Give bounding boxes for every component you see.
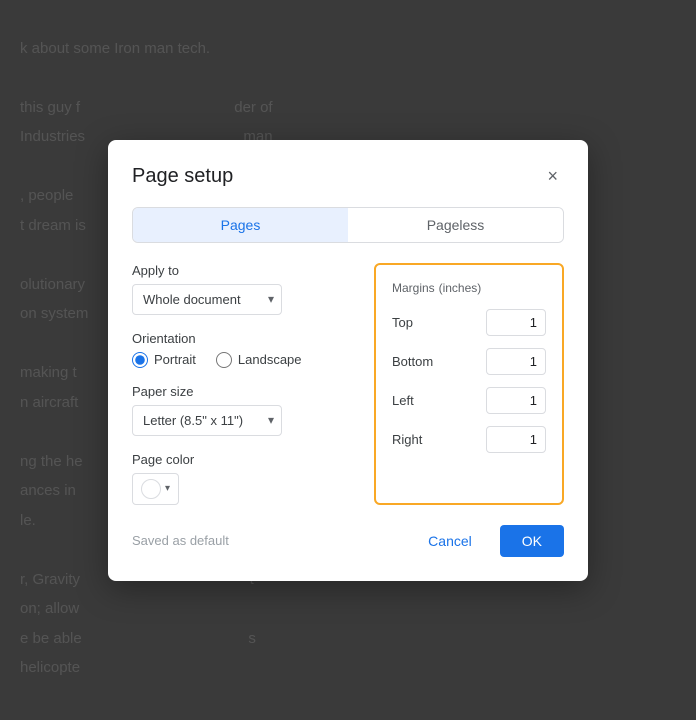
margins-panel: Margins (inches) Top Bottom Left Right [374, 263, 564, 505]
ok-button[interactable]: OK [500, 525, 564, 557]
margin-top-row: Top [392, 309, 546, 336]
tab-pages[interactable]: Pages [133, 208, 348, 242]
paper-size-wrapper: Letter (8.5" x 11") A4 Legal ▾ [132, 405, 282, 436]
landscape-option[interactable]: Landscape [216, 352, 302, 368]
tab-bar: Pages Pageless [132, 207, 564, 243]
page-color-swatch[interactable]: ▾ [132, 473, 179, 505]
close-button[interactable]: × [541, 164, 564, 189]
portrait-option[interactable]: Portrait [132, 352, 196, 368]
margins-title: Margins (inches) [392, 279, 546, 295]
orientation-label: Orientation [132, 331, 354, 346]
landscape-radio[interactable] [216, 352, 232, 368]
margin-bottom-row: Bottom [392, 348, 546, 375]
landscape-label: Landscape [238, 352, 302, 367]
tab-pageless[interactable]: Pageless [348, 208, 563, 242]
margin-bottom-label: Bottom [392, 354, 442, 369]
left-panel: Apply to Whole document This section Thi… [132, 263, 354, 505]
apply-to-field: Apply to Whole document This section Thi… [132, 263, 354, 315]
paper-size-field: Paper size Letter (8.5" x 11") A4 Legal … [132, 384, 354, 436]
dialog-footer: Saved as default Cancel OK [132, 525, 564, 557]
orientation-field: Orientation Portrait Landscape [132, 331, 354, 368]
orientation-group: Portrait Landscape [132, 352, 354, 368]
margin-left-row: Left [392, 387, 546, 414]
margin-top-input[interactable] [486, 309, 546, 336]
margin-left-label: Left [392, 393, 442, 408]
margin-right-input[interactable] [486, 426, 546, 453]
saved-default-text: Saved as default [132, 533, 229, 548]
page-color-label: Page color [132, 452, 354, 467]
apply-to-select[interactable]: Whole document This section This point f… [132, 284, 282, 315]
page-color-field: Page color ▾ [132, 452, 354, 505]
margin-bottom-input[interactable] [486, 348, 546, 375]
paper-size-select[interactable]: Letter (8.5" x 11") A4 Legal [132, 405, 282, 436]
dialog-title: Page setup [132, 165, 233, 188]
apply-to-wrapper: Whole document This section This point f… [132, 284, 282, 315]
margin-right-label: Right [392, 432, 442, 447]
cancel-button[interactable]: Cancel [410, 525, 490, 557]
margin-top-label: Top [392, 315, 442, 330]
dialog-header: Page setup × [132, 164, 564, 189]
paper-size-label: Paper size [132, 384, 354, 399]
page-setup-dialog: Page setup × Pages Pageless Apply to Who… [108, 140, 588, 581]
modal-overlay: Page setup × Pages Pageless Apply to Who… [0, 0, 696, 720]
color-swatch-arrow-icon: ▾ [165, 483, 170, 494]
footer-buttons: Cancel OK [410, 525, 564, 557]
color-swatch-preview [141, 479, 161, 499]
portrait-label: Portrait [154, 352, 196, 367]
dialog-body: Apply to Whole document This section Thi… [132, 263, 564, 505]
portrait-radio[interactable] [132, 352, 148, 368]
margin-right-row: Right [392, 426, 546, 453]
apply-to-label: Apply to [132, 263, 354, 278]
margin-left-input[interactable] [486, 387, 546, 414]
